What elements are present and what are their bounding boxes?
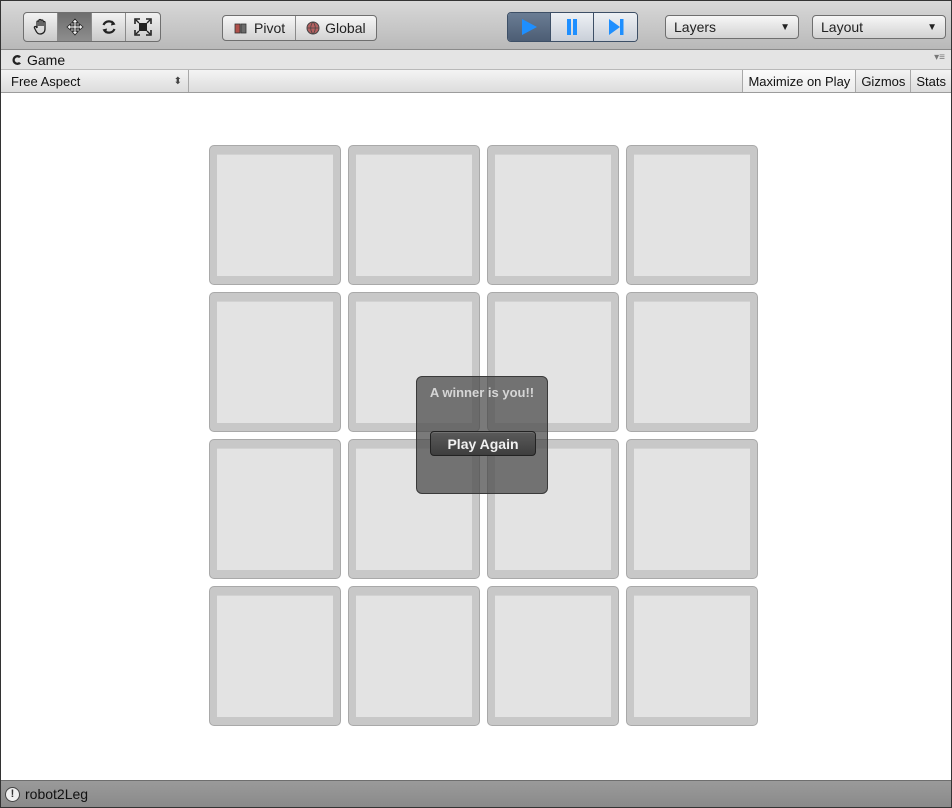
pause-icon xyxy=(567,19,577,35)
transform-tools xyxy=(23,12,161,42)
tile-face xyxy=(217,154,333,276)
game-tab[interactable]: Game xyxy=(1,52,65,68)
panel-menu-icon[interactable]: ▾≡ xyxy=(934,52,945,63)
game-view-toolbar: Free Aspect ⬍ Maximize on Play Gizmos St… xyxy=(1,70,951,93)
global-button[interactable]: Global xyxy=(296,16,375,40)
tile-face xyxy=(217,595,333,717)
global-label: Global xyxy=(325,20,366,36)
game-viewport: A winner is you!! Play Again xyxy=(1,93,951,779)
hand-tool-button[interactable] xyxy=(24,13,58,41)
tile-face xyxy=(495,595,611,717)
toolbar: Pivot Global Layers ▼ Layout ▼ xyxy=(1,1,951,50)
play-again-button[interactable]: Play Again xyxy=(430,431,536,456)
maximize-label: Maximize on Play xyxy=(748,73,851,89)
tile-face xyxy=(634,595,750,717)
game-tile[interactable] xyxy=(209,439,341,579)
tile-face xyxy=(356,154,472,276)
maximize-on-play-toggle[interactable]: Maximize on Play xyxy=(742,70,856,92)
game-tile[interactable] xyxy=(626,292,758,432)
game-tab-bar: Game ▾≡ xyxy=(1,50,951,70)
gizmos-toggle[interactable]: Gizmos xyxy=(855,70,910,92)
pivot-button[interactable]: Pivot xyxy=(223,16,297,40)
game-tile[interactable] xyxy=(209,292,341,432)
tile-face xyxy=(495,154,611,276)
scale-icon xyxy=(134,18,152,36)
scale-tool-button[interactable] xyxy=(126,13,160,41)
warning-icon: ! xyxy=(5,786,20,802)
updown-arrow-icon: ⬍ xyxy=(173,75,182,87)
dropdown-arrow-icon: ▼ xyxy=(780,21,790,33)
layers-label: Layers xyxy=(674,19,717,35)
stats-toggle[interactable]: Stats xyxy=(910,70,951,92)
game-tile[interactable] xyxy=(348,145,480,285)
game-tile[interactable] xyxy=(626,145,758,285)
game-tile[interactable] xyxy=(487,145,619,285)
game-tile[interactable] xyxy=(209,586,341,726)
step-icon xyxy=(608,19,623,35)
status-text[interactable]: robot2Leg xyxy=(25,786,88,802)
game-view-options: Maximize on Play Gizmos Stats xyxy=(742,70,951,92)
rotate-tool-button[interactable] xyxy=(92,13,126,41)
game-tile[interactable] xyxy=(209,145,341,285)
status-bar: ! robot2Leg xyxy=(1,780,951,807)
globe-icon xyxy=(306,21,320,35)
game-tile[interactable] xyxy=(626,586,758,726)
pivot-label: Pivot xyxy=(254,20,286,36)
layout-dropdown[interactable]: Layout ▼ xyxy=(812,15,946,39)
winner-dialog: A winner is you!! Play Again xyxy=(416,376,548,494)
stats-label: Stats xyxy=(916,73,946,89)
tile-face xyxy=(634,448,750,570)
pivot-icon xyxy=(234,23,247,34)
tile-face xyxy=(356,595,472,717)
dropdown-arrow-icon: ▼ xyxy=(927,21,937,33)
play-controls xyxy=(507,12,638,42)
aspect-dropdown[interactable]: Free Aspect ⬍ xyxy=(1,70,189,92)
tile-face xyxy=(634,154,750,276)
gizmos-label: Gizmos xyxy=(861,73,906,89)
pivot-global-group: Pivot Global xyxy=(222,15,377,41)
game-tile[interactable] xyxy=(626,439,758,579)
tile-face xyxy=(634,301,750,423)
move-icon xyxy=(65,18,84,36)
move-tool-button[interactable] xyxy=(58,13,92,41)
winner-message: A winner is you!! xyxy=(429,385,535,400)
tile-face xyxy=(217,301,333,423)
game-tile[interactable] xyxy=(487,586,619,726)
tile-face xyxy=(217,448,333,570)
play-button[interactable] xyxy=(508,13,551,41)
aspect-label: Free Aspect xyxy=(11,73,81,89)
game-tile[interactable] xyxy=(348,586,480,726)
play-icon xyxy=(522,19,537,35)
layers-dropdown[interactable]: Layers ▼ xyxy=(665,15,799,39)
game-view-icon xyxy=(12,54,21,65)
hand-icon xyxy=(33,18,46,35)
layout-label: Layout xyxy=(821,19,864,35)
pause-button[interactable] xyxy=(551,13,594,41)
step-button[interactable] xyxy=(594,13,637,41)
unity-editor-window: Pivot Global Layers ▼ Layout ▼ Game ▾≡ F… xyxy=(0,0,952,808)
game-tab-label: Game xyxy=(27,51,66,68)
rotate-icon xyxy=(101,20,116,34)
